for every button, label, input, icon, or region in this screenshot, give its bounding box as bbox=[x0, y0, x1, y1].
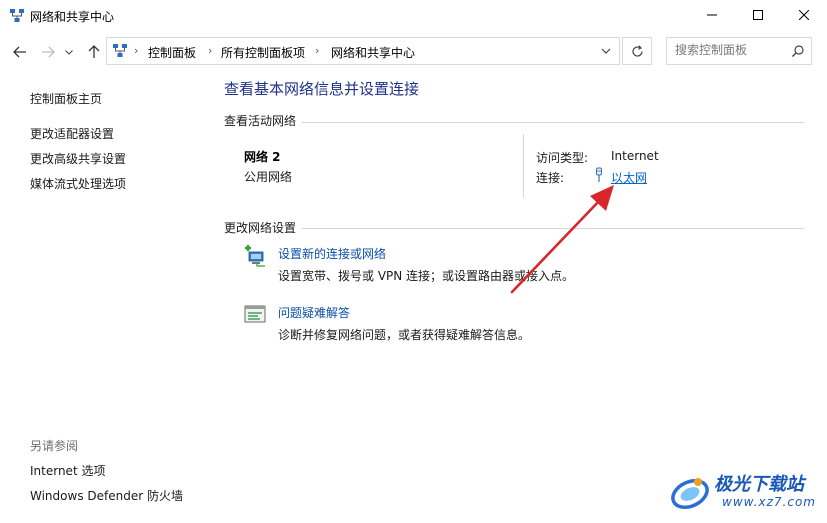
back-button[interactable] bbox=[10, 42, 30, 62]
ethernet-connection-link[interactable]: 以太网 bbox=[611, 169, 647, 186]
active-networks-heading: 查看活动网络 bbox=[224, 114, 297, 128]
recent-locations-button[interactable] bbox=[62, 42, 76, 62]
maximize-icon bbox=[753, 10, 763, 20]
breadcrumb-all-items[interactable]: 所有控制面板项 bbox=[221, 44, 305, 61]
close-button[interactable] bbox=[781, 0, 827, 30]
breadcrumb-network-sharing[interactable]: 网络和共享中心 bbox=[331, 44, 415, 61]
troubleshoot-description: 诊断并修复网络问题，或者获得疑难解答信息。 bbox=[278, 328, 531, 342]
breadcrumb-separator: › bbox=[208, 44, 213, 57]
address-bar[interactable]: › 控制面板 › 所有控制面板项 › 网络和共享中心 bbox=[106, 37, 620, 65]
setup-new-connection-link[interactable]: 设置新的连接或网络 bbox=[278, 245, 386, 262]
sidebar: 控制面板主页 更改适配器设置 更改高级共享设置 媒体流式处理选项 另请参阅 In… bbox=[0, 72, 215, 523]
forward-button[interactable] bbox=[38, 42, 58, 62]
connection-label: 连接: bbox=[536, 171, 565, 185]
access-type-value: Internet bbox=[611, 149, 659, 163]
troubleshoot-link[interactable]: 问题疑难解答 bbox=[278, 304, 350, 321]
sidebar-item-home[interactable]: 控制面板主页 bbox=[30, 90, 102, 107]
breadcrumb-separator: › bbox=[134, 44, 139, 57]
new-connection-icon bbox=[245, 245, 265, 267]
chevron-down-icon[interactable] bbox=[601, 46, 611, 56]
up-button[interactable] bbox=[84, 42, 104, 62]
network-category: 公用网络 bbox=[244, 170, 293, 184]
sidebar-item-firewall[interactable]: Windows Defender 防火墙 bbox=[30, 487, 183, 504]
brand-logo-icon bbox=[671, 478, 709, 510]
breadcrumb-control-panel[interactable]: 控制面板 bbox=[148, 44, 196, 61]
sidebar-item-adapter-settings[interactable]: 更改适配器设置 bbox=[30, 125, 114, 142]
maximize-button[interactable] bbox=[735, 0, 781, 30]
sidebar-item-media-streaming[interactable]: 媒体流式处理选项 bbox=[30, 175, 126, 192]
section-divider bbox=[302, 228, 804, 229]
window-title: 网络和共享中心 bbox=[30, 10, 115, 24]
sidebar-item-advanced-sharing[interactable]: 更改高级共享设置 bbox=[30, 150, 126, 167]
change-settings-heading: 更改网络设置 bbox=[224, 221, 297, 235]
search-icon[interactable] bbox=[791, 44, 805, 58]
minimize-icon bbox=[707, 14, 717, 16]
search-box[interactable] bbox=[666, 37, 812, 65]
breadcrumb-separator: › bbox=[315, 44, 320, 57]
control-panel-icon bbox=[113, 44, 127, 57]
chevron-down-icon bbox=[65, 49, 73, 55]
refresh-icon bbox=[631, 44, 643, 57]
minimize-button[interactable] bbox=[689, 0, 735, 30]
access-type-label: 访问类型: bbox=[536, 151, 589, 165]
title-bar: 网络和共享中心 bbox=[0, 0, 827, 32]
network-details-divider bbox=[523, 134, 524, 198]
main-content: 查看基本网络信息并设置连接 查看活动网络 网络 2 公用网络 访问类型: Int… bbox=[224, 72, 814, 523]
arrow-left-icon bbox=[13, 46, 26, 58]
search-input[interactable] bbox=[675, 43, 785, 57]
setup-new-connection-description: 设置宽带、拨号或 VPN 连接；或设置路由器或接入点。 bbox=[278, 269, 575, 283]
arrow-up-icon bbox=[88, 45, 100, 58]
network-name: 网络 2 bbox=[244, 150, 281, 164]
ethernet-icon bbox=[596, 167, 602, 182]
watermark: 极光下载站 www.xz7.com bbox=[668, 468, 823, 518]
sidebar-item-internet-options[interactable]: Internet 选项 bbox=[30, 462, 105, 479]
troubleshoot-icon bbox=[244, 305, 266, 323]
network-sharing-icon bbox=[10, 9, 24, 22]
page-title: 查看基本网络信息并设置连接 bbox=[224, 80, 420, 98]
close-icon bbox=[799, 10, 809, 20]
refresh-button[interactable] bbox=[622, 37, 652, 65]
watermark-url: www.xz7.com bbox=[722, 495, 816, 509]
see-also-heading: 另请参阅 bbox=[30, 439, 79, 453]
section-divider bbox=[302, 122, 804, 123]
watermark-brand: 极光下载站 bbox=[714, 474, 804, 495]
arrow-right-icon bbox=[42, 46, 55, 58]
